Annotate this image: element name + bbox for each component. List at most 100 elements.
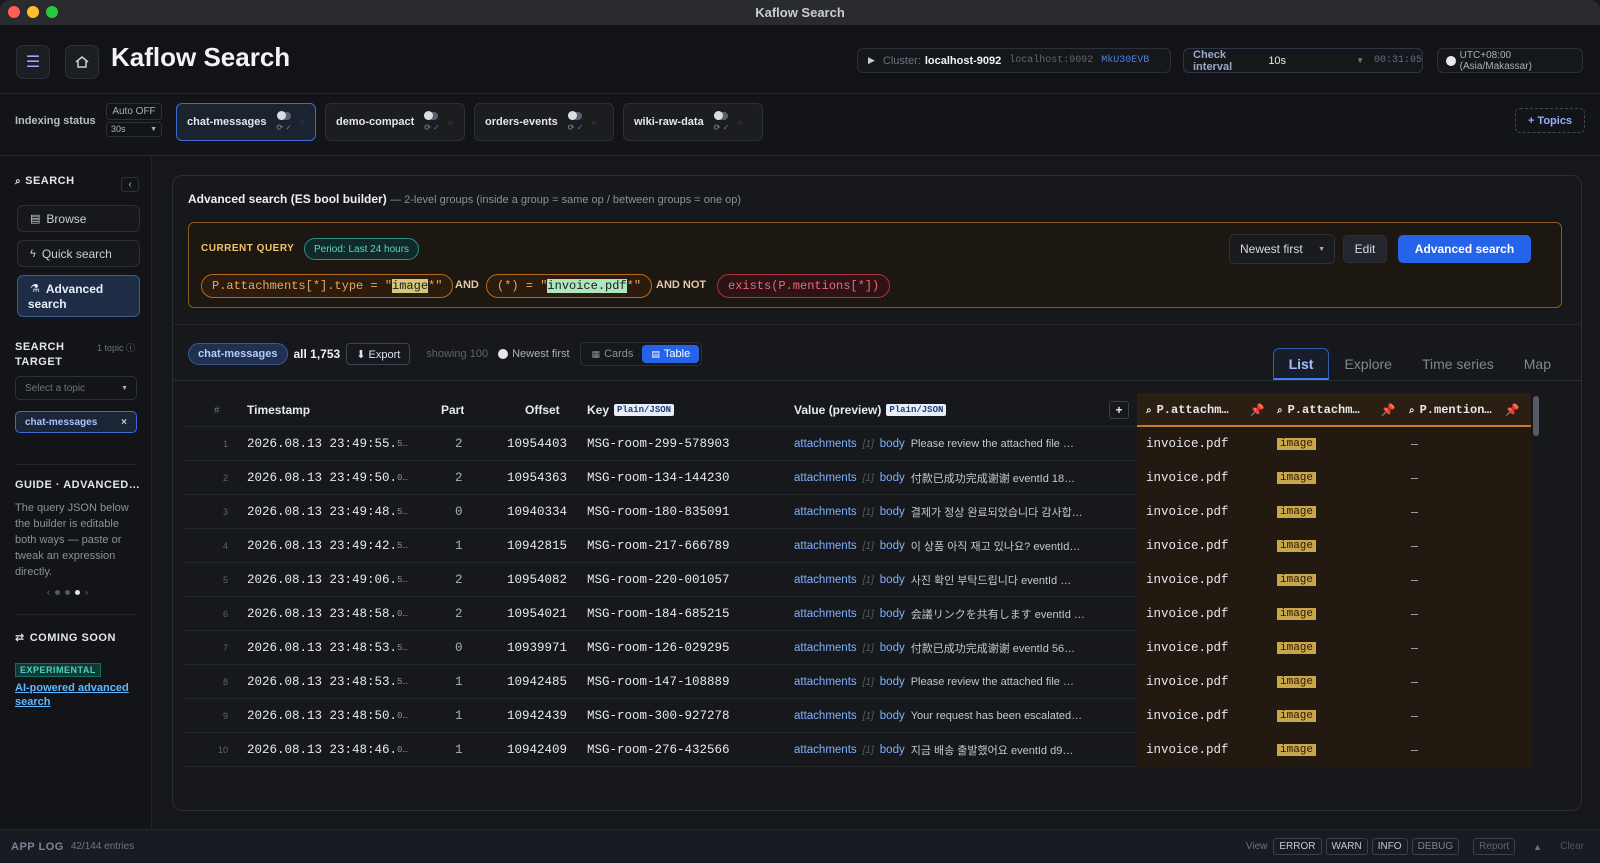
- index-topic-chat-messages[interactable]: chat-messages ⟳ ✓ ○: [176, 103, 316, 141]
- table-row[interactable]: 2 2026.08.13 23:49:50. 0… 2 10954363 MSG-room…: [184, 461, 1531, 495]
- query-condition-chip[interactable]: exists(P.mentions[*]): [717, 274, 891, 298]
- table-row[interactable]: 3 2026.08.13 23:49:48. 5… 0 10940334 MSG-room…: [184, 495, 1531, 529]
- index-topic-demo-compact[interactable]: demo-compact ⟳ ✓ ○: [325, 103, 465, 141]
- timezone-selector[interactable]: UTC+08:00 (Asia/Makassar): [1437, 48, 1583, 73]
- index-toggle[interactable]: ⟳ ✓: [713, 111, 729, 132]
- app-log-title[interactable]: APP LOG: [11, 841, 64, 853]
- pager-dot[interactable]: [55, 589, 60, 595]
- col-header-key[interactable]: Key Plain/JSON: [587, 393, 675, 427]
- ai-search-link[interactable]: AI-powered advanced search: [15, 681, 129, 709]
- tab-map[interactable]: Map: [1509, 348, 1566, 380]
- pager-dot[interactable]: [65, 589, 70, 595]
- pager-prev-button[interactable]: ‹: [47, 587, 50, 597]
- close-window-button[interactable]: [8, 6, 20, 18]
- col-header-mentions[interactable]: ⌕ P.mention… 📌: [1409, 393, 1520, 427]
- cell-value-preview[interactable]: attachments [1] body 사진 확인 부탁드립니다 eventId …: [794, 563, 1104, 597]
- log-filter-info[interactable]: INFO: [1371, 838, 1408, 855]
- pager-next-button[interactable]: ›: [85, 587, 88, 597]
- cell-part: 1: [455, 539, 463, 553]
- table-row[interactable]: 7 2026.08.13 23:48:53. 5… 0 10939971 MSG-room…: [184, 631, 1531, 665]
- cell-value-preview[interactable]: attachments [1] body 결제가 정상 완료되었습니다 감사합…: [794, 495, 1104, 529]
- query-condition-chip[interactable]: (*) = " invoice.pdf *": [486, 274, 653, 298]
- remove-topic-icon[interactable]: ×: [121, 417, 127, 428]
- tab-explore[interactable]: Explore: [1329, 348, 1406, 380]
- value-format-tag[interactable]: Plain/JSON: [886, 404, 947, 416]
- cell-value-preview[interactable]: attachments [1] body 付款已成功完成谢谢 eventId 18…: [794, 461, 1104, 495]
- table-row[interactable]: 5 2026.08.13 23:49:06. 5… 2 10954082 MSG-room…: [184, 563, 1531, 597]
- clear-button[interactable]: Clear: [1560, 841, 1584, 852]
- cell-value-preview[interactable]: attachments [1] body Please review the atta…: [794, 427, 1104, 461]
- add-column-button[interactable]: +: [1109, 393, 1129, 427]
- edit-query-button[interactable]: Edit: [1343, 235, 1387, 263]
- pager-dot-active[interactable]: [75, 589, 80, 595]
- tab-list[interactable]: List: [1272, 348, 1330, 380]
- cards-view-button[interactable]: ▦ Cards: [583, 345, 643, 363]
- cell-offset: 10940334: [507, 505, 568, 519]
- sort-select[interactable]: Newest first ▼: [1229, 234, 1335, 264]
- key-format-tag[interactable]: Plain/JSON: [614, 404, 675, 416]
- menu-button[interactable]: ☰: [16, 45, 50, 79]
- check-interval-select[interactable]: Check interval 10s ▼ 00:31:05: [1183, 48, 1423, 73]
- export-button[interactable]: ⬇ Export: [346, 343, 411, 365]
- cell-value-preview[interactable]: attachments [1] body 付款已成功完成谢谢 eventId 56…: [794, 631, 1104, 665]
- minimize-window-button[interactable]: [27, 6, 39, 18]
- col-header-attachments-name[interactable]: ⌕ P.attachm… 📌: [1146, 393, 1265, 427]
- cell-timestamp: 2026.08.13 23:48:46. 0…: [247, 733, 408, 767]
- query-condition-chip[interactable]: P.attachments[*].type = " image *": [201, 274, 454, 298]
- index-topic-wiki-raw-data[interactable]: wiki-raw-data ⟳ ✓ ○: [623, 103, 763, 141]
- table-scrollbar[interactable]: [1533, 396, 1539, 436]
- cluster-selector[interactable]: ▶ Cluster: localhost-9092 localhost:9092…: [857, 48, 1171, 73]
- index-toggle[interactable]: ⟳ ✓: [424, 111, 440, 132]
- timestamp-ms: 5…: [397, 575, 408, 585]
- pin-icon[interactable]: 📌: [1505, 403, 1520, 417]
- log-filter-debug[interactable]: DEBUG: [1411, 838, 1460, 855]
- table-row[interactable]: 4 2026.08.13 23:49:42. 5… 1 10942815 MSG-room…: [184, 529, 1531, 563]
- cell-value-preview[interactable]: attachments [1] body 会議リンクを共有します eventId …: [794, 597, 1104, 631]
- query-operator-and-not[interactable]: AND NOT: [656, 279, 706, 291]
- auto-index-toggle[interactable]: Auto OFF: [106, 103, 162, 120]
- table-row[interactable]: 8 2026.08.13 23:48:53. 5… 1 10942485 MSG-room…: [184, 665, 1531, 699]
- cell-attachment-type: image: [1277, 733, 1317, 767]
- pin-icon[interactable]: 📌: [1250, 403, 1265, 417]
- tab-time-series[interactable]: Time series: [1407, 348, 1509, 380]
- browse-nav-button[interactable]: ▤ Browse: [17, 205, 140, 232]
- col-header-value[interactable]: Value (preview) Plain/JSON: [794, 393, 947, 427]
- col-header-part[interactable]: Part: [441, 393, 464, 427]
- app-window: Kaflow Search ☰ Kaflow Search ▶ Cluster:…: [0, 0, 1600, 863]
- table-row[interactable]: 6 2026.08.13 23:48:58. 0… 2 10954021 MSG-room…: [184, 597, 1531, 631]
- cell-value-preview[interactable]: attachments [1] body 지금 배송 출발했어요 eventId d9…: [794, 733, 1104, 767]
- topic-select[interactable]: Select a topic ▼: [15, 376, 137, 400]
- home-button[interactable]: [65, 45, 99, 79]
- grid-icon: ▦: [591, 348, 601, 359]
- auto-index-interval-select[interactable]: 30s ▼: [106, 122, 162, 137]
- quick-search-nav-button[interactable]: ϟ Quick search: [17, 240, 140, 267]
- table-row[interactable]: 10 2026.08.13 23:48:46. 0… 1 10942409 MSG-roo…: [184, 733, 1531, 767]
- maximize-window-button[interactable]: [46, 6, 58, 18]
- table-view-button[interactable]: ▤ Table: [642, 345, 700, 363]
- table-row[interactable]: 1 2026.08.13 23:49:55. 5… 2 10954403 MSG-room…: [184, 427, 1531, 461]
- cell-value-preview[interactable]: attachments [1] body 이 상품 아직 재고 있나요? eventI…: [794, 529, 1104, 563]
- index-toggle[interactable]: ⟳ ✓: [276, 111, 292, 132]
- query-operator-and[interactable]: AND: [455, 279, 479, 291]
- col-header-attachments-type[interactable]: ⌕ P.attachm… 📌: [1277, 393, 1396, 427]
- cell-value-preview[interactable]: attachments [1] body Your request has been …: [794, 699, 1104, 733]
- col-header-timestamp[interactable]: Timestamp: [247, 393, 310, 427]
- advanced-search-nav-button[interactable]: ⚗ Advanced search: [17, 275, 140, 317]
- collapse-sidebar-button[interactable]: ‹: [121, 177, 139, 192]
- table-row[interactable]: 9 2026.08.13 23:48:50. 0… 1 10942439 MSG-room…: [184, 699, 1531, 733]
- index-toggle[interactable]: ⟳ ✓: [567, 111, 583, 132]
- log-filter-error[interactable]: ERROR: [1273, 838, 1322, 855]
- timestamp-main: 2026.08.13 23:49:55.: [247, 437, 398, 451]
- chevron-up-icon[interactable]: ▲: [1533, 842, 1542, 852]
- index-topic-orders-events[interactable]: orders-events ⟳ ✓ ○: [474, 103, 614, 141]
- period-badge[interactable]: Period: Last 24 hours: [304, 238, 420, 260]
- add-topics-button[interactable]: + Topics: [1515, 108, 1585, 133]
- report-button[interactable]: Report: [1473, 838, 1516, 855]
- col-header-offset[interactable]: Offset: [525, 393, 560, 427]
- pin-icon[interactable]: 📌: [1381, 403, 1396, 417]
- cell-mentions: –: [1411, 607, 1418, 621]
- advanced-search-button[interactable]: Advanced search: [1398, 235, 1531, 263]
- log-filter-warn[interactable]: WARN: [1325, 838, 1368, 855]
- result-sort[interactable]: Newest first: [512, 348, 569, 360]
- cell-value-preview[interactable]: attachments [1] body Please review the atta…: [794, 665, 1104, 699]
